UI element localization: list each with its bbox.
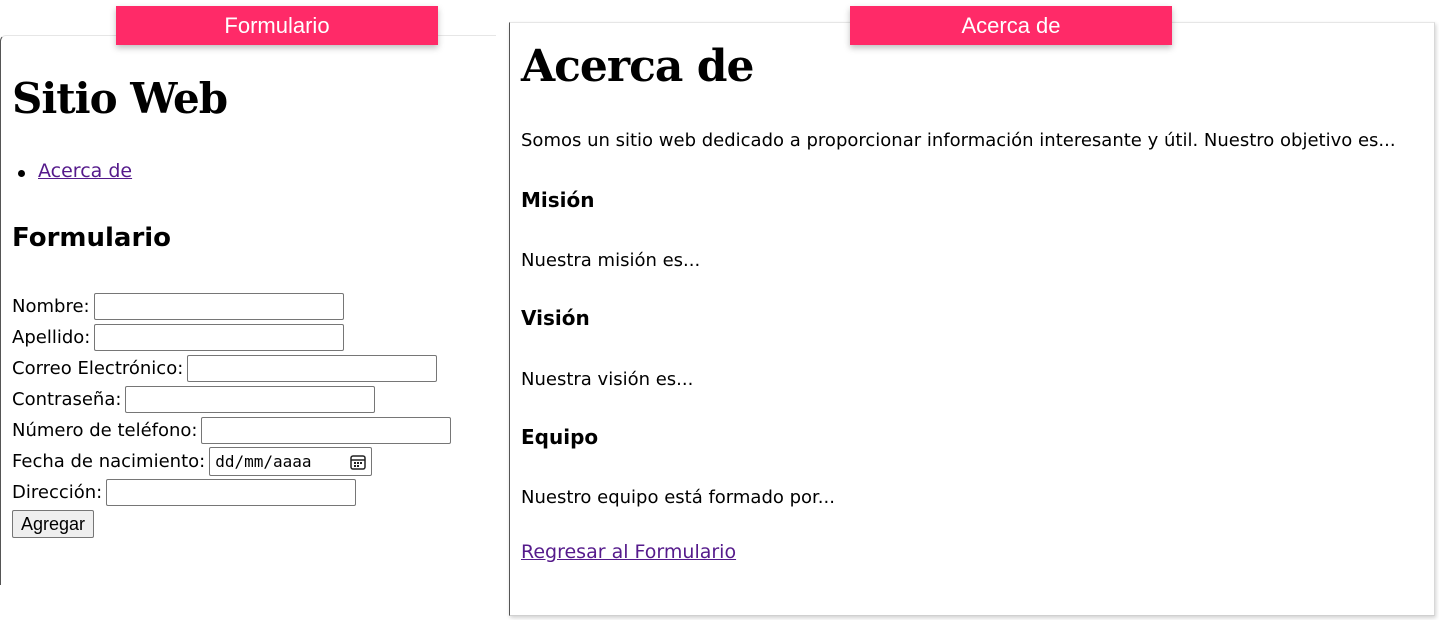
- vision-heading: Visión: [521, 306, 590, 330]
- mission-text: Nuestra misión es...: [521, 250, 701, 271]
- team-heading: Equipo: [521, 425, 599, 449]
- agregar-button[interactable]: Agregar: [12, 510, 95, 538]
- site-title: Sitio Web: [12, 74, 228, 123]
- form-page-panel: Sitio Web Acerca de Formulario Nombre: A…: [0, 35, 496, 585]
- field-row-correo: Correo Electrónico:: [12, 353, 451, 384]
- field-row-fecha: Fecha de nacimiento: dd/mm/aaaa: [12, 446, 451, 477]
- field-row-telefono: Número de teléfono:: [12, 415, 452, 446]
- about-page-panel: Acerca de Somos un sitio web dedicado a …: [509, 22, 1435, 616]
- correo-label: Correo Electrónico:: [12, 358, 184, 379]
- direccion-input[interactable]: [106, 479, 357, 506]
- registration-form: Nombre: Apellido: Correo Electrónico: Co…: [12, 291, 452, 538]
- back-to-form-link[interactable]: Regresar al Formulario: [521, 541, 736, 563]
- nombre-input[interactable]: [93, 293, 344, 320]
- contrasena-label: Contraseña:: [12, 389, 122, 410]
- form-heading: Formulario: [12, 223, 172, 253]
- field-row-apellido: Apellido:: [12, 322, 451, 353]
- contrasena-input[interactable]: [125, 386, 376, 413]
- team-text: Nuestro equipo está formado por...: [521, 487, 835, 508]
- field-row-contrasena: Contraseña:: [12, 384, 451, 415]
- apellido-input[interactable]: [94, 324, 345, 351]
- telefono-input[interactable]: [201, 417, 452, 444]
- fecha-nacimiento-input[interactable]: dd/mm/aaaa: [209, 447, 373, 476]
- mission-heading: Misión: [521, 188, 595, 212]
- nav-list: Acerca de: [17, 160, 132, 182]
- vision-text: Nuestra visión es...: [521, 369, 694, 390]
- tag-acerca-de: Acerca de: [850, 6, 1172, 45]
- fecha-placeholder: dd/mm/aaaa: [215, 452, 312, 471]
- fecha-label: Fecha de nacimiento:: [12, 451, 206, 472]
- calendar-icon[interactable]: [349, 453, 367, 471]
- nav-item-acerca-de: Acerca de: [17, 160, 132, 182]
- apellido-label: Apellido:: [12, 327, 91, 348]
- about-intro: Somos un sitio web dedicado a proporcion…: [521, 130, 1396, 151]
- field-row-direccion: Dirección:: [12, 477, 451, 508]
- direccion-label: Dirección:: [12, 482, 103, 503]
- correo-input[interactable]: [187, 355, 438, 382]
- nav-link-acerca-de[interactable]: Acerca de: [38, 160, 132, 182]
- nombre-label: Nombre:: [12, 296, 90, 317]
- field-row-nombre: Nombre:: [12, 291, 451, 322]
- telefono-label: Número de teléfono:: [12, 420, 198, 441]
- about-title: Acerca de: [521, 41, 754, 92]
- tag-formulario: Formulario: [116, 6, 438, 45]
